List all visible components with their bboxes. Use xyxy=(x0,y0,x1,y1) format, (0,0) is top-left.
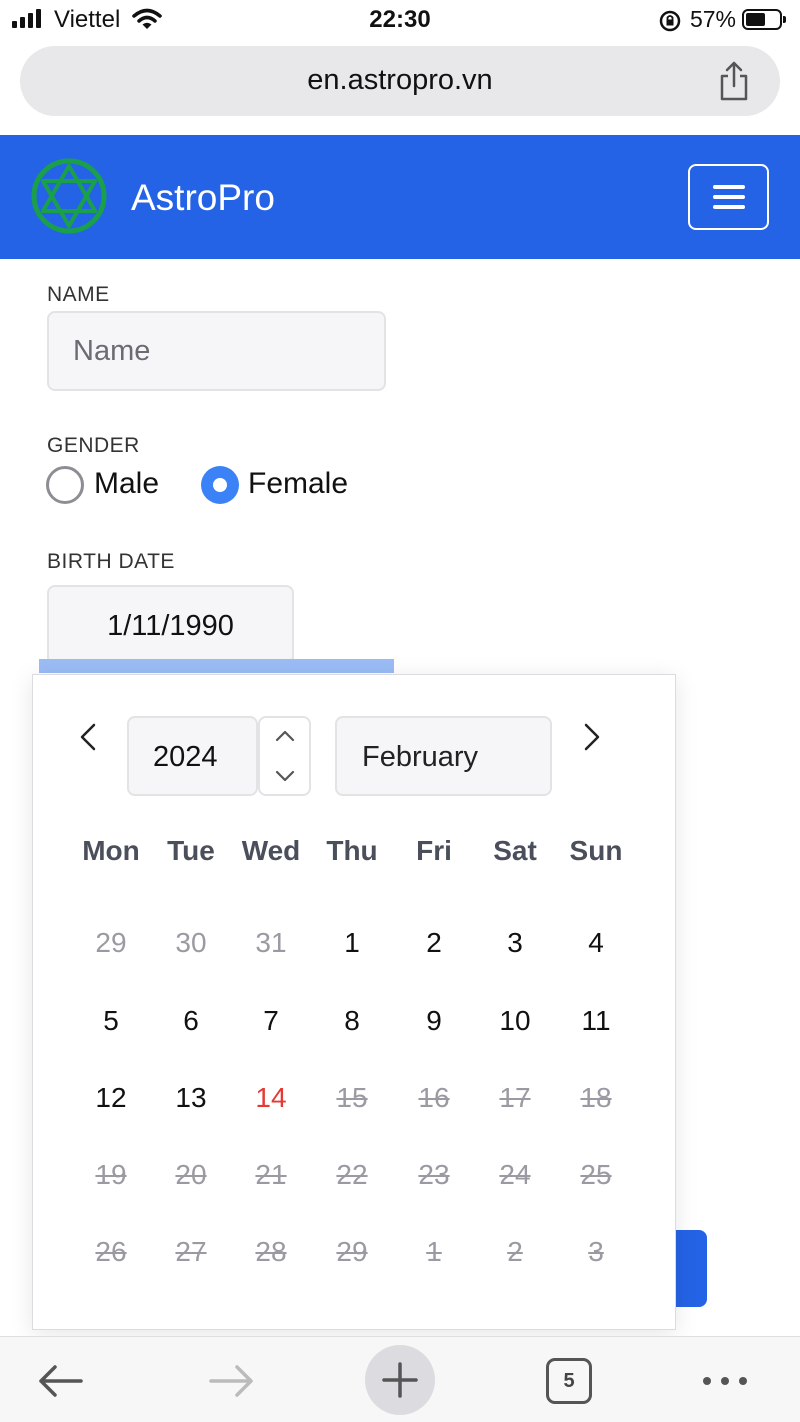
calendar-day[interactable]: 31 xyxy=(231,923,311,963)
name-input[interactable] xyxy=(47,311,386,391)
weekday-label: Fri xyxy=(416,835,452,866)
calendar-day[interactable]: 13 xyxy=(151,1078,231,1118)
calendar-day[interactable]: 10 xyxy=(475,1001,555,1041)
calendar-day[interactable]: 7 xyxy=(231,1001,311,1041)
calendar-day-disabled: 21 xyxy=(255,1159,287,1190)
calendar-day-disabled: 1 xyxy=(426,1236,442,1267)
date-input-focus-bar xyxy=(39,659,394,673)
birth-date-input[interactable]: 1/11/1990 xyxy=(47,585,294,665)
calendar-day[interactable]: 9 xyxy=(394,1001,474,1041)
calendar-day-disabled: 15 xyxy=(336,1082,368,1113)
tabs-icon[interactable]: 5 xyxy=(546,1358,592,1404)
calendar-day-disabled: 25 xyxy=(580,1159,612,1190)
calendar-day-disabled: 22 xyxy=(336,1159,368,1190)
calendar-day-disabled: 28 xyxy=(255,1236,287,1267)
hamburger-menu-icon[interactable] xyxy=(688,164,769,230)
orientation-lock-icon xyxy=(659,10,681,32)
battery-icon xyxy=(742,9,786,30)
arrow-right-icon[interactable] xyxy=(201,1351,261,1411)
chevron-down-icon[interactable] xyxy=(274,768,296,784)
calendar-day[interactable]: 8 xyxy=(312,1001,392,1041)
calendar-day[interactable]: 11 xyxy=(556,1001,636,1041)
weekday-label: Mon xyxy=(82,835,140,866)
weekday-label: Thu xyxy=(326,835,378,866)
calendar-day-disabled: 3 xyxy=(588,1236,604,1267)
chevron-right-icon[interactable] xyxy=(571,717,611,757)
calendar-day[interactable]: 30 xyxy=(151,923,231,963)
calendar-day[interactable]: 5 xyxy=(71,1001,151,1041)
calendar-day-disabled: 18 xyxy=(580,1082,612,1113)
weekday-label: Sat xyxy=(493,835,537,866)
month-select[interactable]: February xyxy=(335,716,552,796)
more-icon[interactable] xyxy=(695,1351,755,1411)
status-bar: Viettel 22:30 57% xyxy=(0,0,800,40)
browser-toolbar: 5 xyxy=(0,1336,800,1422)
name-label: NAME xyxy=(47,283,110,306)
calendar-day-disabled: 16 xyxy=(418,1082,450,1113)
arrow-left-icon[interactable] xyxy=(31,1351,91,1411)
calendar-day-disabled: 2 xyxy=(507,1236,523,1267)
calendar-day[interactable]: 3 xyxy=(475,923,555,963)
address-bar[interactable]: en.astropro.vn xyxy=(20,46,780,116)
new-tab-button[interactable] xyxy=(365,1345,435,1415)
calendar-day[interactable]: 6 xyxy=(151,1001,231,1041)
calendar-day-disabled: 17 xyxy=(499,1082,531,1113)
calendar-day-disabled: 26 xyxy=(95,1236,127,1267)
hexagram-logo-icon[interactable] xyxy=(30,157,108,235)
year-stepper[interactable] xyxy=(258,716,311,796)
battery-percent: 57% xyxy=(689,6,736,32)
birth-date-label: BIRTH DATE xyxy=(47,550,175,573)
site-header: AstroPro xyxy=(0,135,800,259)
gender-female-label[interactable]: Female xyxy=(248,467,348,501)
chevron-up-icon[interactable] xyxy=(274,728,296,744)
calendar-day-disabled: 20 xyxy=(175,1159,207,1190)
calendar-day-disabled: 19 xyxy=(95,1159,127,1190)
calendar-day-disabled: 29 xyxy=(336,1236,368,1267)
share-icon[interactable] xyxy=(717,60,751,102)
weekday-label: Wed xyxy=(241,835,301,866)
calendar-day[interactable]: 29 xyxy=(71,923,151,963)
weekday-label: Sun xyxy=(569,835,623,866)
calendar-day-disabled: 27 xyxy=(175,1236,207,1267)
calendar-day[interactable]: 1 xyxy=(312,923,392,963)
calendar-day-disabled: 23 xyxy=(418,1159,450,1190)
plus-icon xyxy=(382,1362,418,1398)
date-picker: 2024 February Mon Tue Wed Thu Fri Sat Sun 29 30… xyxy=(32,674,676,1330)
url-text: en.astropro.vn xyxy=(307,64,493,96)
calendar-day-today[interactable]: 14 xyxy=(231,1078,311,1118)
calendar-day[interactable]: 2 xyxy=(394,923,474,963)
gender-male-label[interactable]: Male xyxy=(94,467,159,501)
gender-female-radio[interactable] xyxy=(201,466,239,504)
gender-label: GENDER xyxy=(47,434,140,457)
year-input[interactable]: 2024 xyxy=(127,716,258,796)
calendar-day[interactable]: 12 xyxy=(71,1078,151,1118)
calendar-day[interactable]: 4 xyxy=(556,923,636,963)
weekday-label: Tue xyxy=(167,835,215,866)
calendar-day-disabled: 24 xyxy=(499,1159,531,1190)
chevron-left-icon[interactable] xyxy=(69,717,109,757)
gender-male-radio[interactable] xyxy=(46,466,84,504)
site-brand[interactable]: AstroPro xyxy=(131,177,275,219)
